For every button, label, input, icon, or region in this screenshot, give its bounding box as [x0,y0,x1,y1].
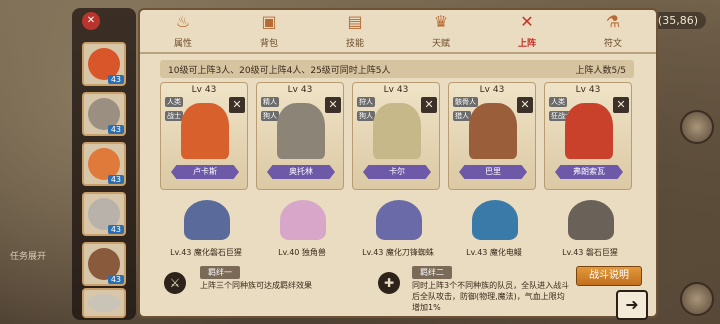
pet-portrait [280,200,326,240]
pet-slot[interactable]: Lv.43 魔化电鳗 [448,196,540,260]
pet-portrait [472,200,518,240]
party-member[interactable]: 43 [82,242,126,286]
tab-skills[interactable]: ▤ 技能 [325,11,385,50]
remove-icon[interactable]: ✕ [613,97,629,113]
member-level: 43 [107,275,124,284]
race-tag: 人类 [165,97,183,107]
party-member[interactable]: 43 [82,42,126,86]
hero-portrait [373,103,421,159]
tab-attributes[interactable]: ♨ 属性 [153,11,213,50]
pet-label: Lv.43 魔化刀锋蜘蛛 [362,248,434,257]
team-card[interactable]: Lv 43 狩人 狗人 ✕ 卡尔 [352,82,440,190]
tab-backpack[interactable]: ▣ 背包 [239,11,299,50]
hero-name: 巴里 [459,165,527,179]
card-level: Lv 43 [287,85,313,95]
map-round-button[interactable] [680,282,714,316]
party-member[interactable]: 43 [82,92,126,136]
remove-icon[interactable]: ✕ [421,97,437,113]
pet-slot[interactable]: Lv.43 磐石巨猩 [544,196,636,260]
tab-bar: ♨ 属性 ▣ 背包 ▤ 技能 ♛ 天赋 ✕ 上阵 ⚗ 符文 [140,10,656,54]
race-tag: 猎人 [453,111,471,121]
party-member[interactable] [82,288,126,318]
team-panel: ♨ 属性 ▣ 背包 ▤ 技能 ♛ 天赋 ✕ 上阵 ⚗ 符文 10级可上阵3人、2… [138,8,658,318]
party-column: 43 43 43 43 43 [72,8,136,320]
card-level: Lv 43 [575,85,601,95]
flame-icon: ♨ [175,11,191,31]
rune-icon: ⚗ [605,11,621,31]
pet-slot[interactable]: Lv.40 独角兽 [256,196,348,260]
member-portrait [88,294,120,312]
team-card[interactable]: Lv 43 人类 狂战士 ✕ 弗朗索瓦 [544,82,632,190]
deploy-rule-text: 10级可上阵3人、20级可上阵4人、25级可同时上阵5人 [168,65,391,76]
return-arrow-button[interactable]: ➜ [616,290,648,320]
pet-label: Lv.43 魔化磐石巨猩 [170,248,242,257]
hero-portrait [469,103,517,159]
bond-two-icon: ✚ [378,272,400,294]
member-level: 43 [107,175,124,184]
race-tag: 骸骨人 [453,97,478,107]
crossed-swords-icon: ✕ [520,11,534,31]
close-icon[interactable]: ✕ [82,12,100,30]
hero-name: 奥托林 [267,165,335,179]
battle-info-button[interactable]: 战斗说明 [576,266,642,286]
hero-name: 卡尔 [363,165,431,179]
race-tag: 狩人 [357,97,375,107]
book-icon: ▤ [347,11,363,31]
tab-talents[interactable]: ♛ 天赋 [411,11,471,50]
card-level: Lv 43 [191,85,217,95]
tab-runes[interactable]: ⚗ 符文 [583,11,643,50]
tab-deploy[interactable]: ✕ 上阵 [497,11,557,50]
race-tag: 狗人 [261,111,279,121]
quest-expand-hint[interactable]: 任务展开 [10,249,46,262]
pet-row: Lv.43 魔化磐石巨猩 Lv.40 独角兽 Lv.43 魔化刀锋蜘蛛 Lv.4… [160,196,634,262]
hero-portrait [277,103,325,159]
race-tag: 战士 [165,111,183,121]
party-member[interactable]: 43 [82,142,126,186]
hero-name: 弗朗索瓦 [555,165,623,179]
team-card[interactable]: Lv 43 精人 狗人 ✕ 奥托林 [256,82,344,190]
pet-label: Lv.43 魔化电鳗 [466,248,522,257]
race-tag: 精人 [261,97,279,107]
race-tag: 人类 [549,97,567,107]
bond-two-title: 羁绊二 [412,266,452,279]
backpack-icon: ▣ [261,11,277,31]
member-level: 43 [107,125,124,134]
remove-icon[interactable]: ✕ [325,97,341,113]
bond-one-title: 羁绊一 [200,266,240,279]
member-level: 43 [107,75,124,84]
deploy-info-bar: 10级可上阵3人、20级可上阵4人、25级可同时上阵5人 上阵人数5/5 [160,60,634,78]
pet-portrait [568,200,614,240]
pet-label: Lv.40 独角兽 [278,248,326,257]
team-card[interactable]: Lv 43 人类 战士 ✕ 卢卡斯 [160,82,248,190]
card-level: Lv 43 [383,85,409,95]
hero-portrait [181,103,229,159]
remove-icon[interactable]: ✕ [229,97,245,113]
bond-one-text: 上阵三个同种族可达成羁绊效果 [200,281,312,290]
team-card[interactable]: Lv 43 骸骨人 猎人 ✕ 巴里 [448,82,536,190]
pet-slot[interactable]: Lv.43 魔化磐石巨猩 [160,196,252,260]
crown-icon: ♛ [433,11,449,31]
hero-name: 卢卡斯 [171,165,239,179]
pet-slot[interactable]: Lv.43 魔化刀锋蜘蛛 [352,196,444,260]
member-level: 43 [107,225,124,234]
pet-portrait [376,200,422,240]
bond-two-text: 同时上阵3个不同种族的队员，全队进入战斗后全队攻击，防御(物理,魔法)，气血上限… [412,281,570,312]
team-cards: Lv 43 人类 战士 ✕ 卢卡斯 Lv 43 精人 狗人 ✕ 奥托林 Lv 4… [160,82,634,192]
deploy-count: 上阵人数5/5 [575,65,627,76]
pet-label: Lv.43 磐石巨猩 [562,248,618,257]
card-level: Lv 43 [479,85,505,95]
map-round-button[interactable] [680,110,714,144]
hero-portrait [565,103,613,159]
pet-portrait [184,200,230,240]
remove-icon[interactable]: ✕ [517,97,533,113]
bond-one-icon: ⚔ [164,272,186,294]
party-member[interactable]: 43 [82,192,126,236]
map-coordinates: (35,86) [649,12,706,29]
race-tag: 狗人 [357,111,375,121]
